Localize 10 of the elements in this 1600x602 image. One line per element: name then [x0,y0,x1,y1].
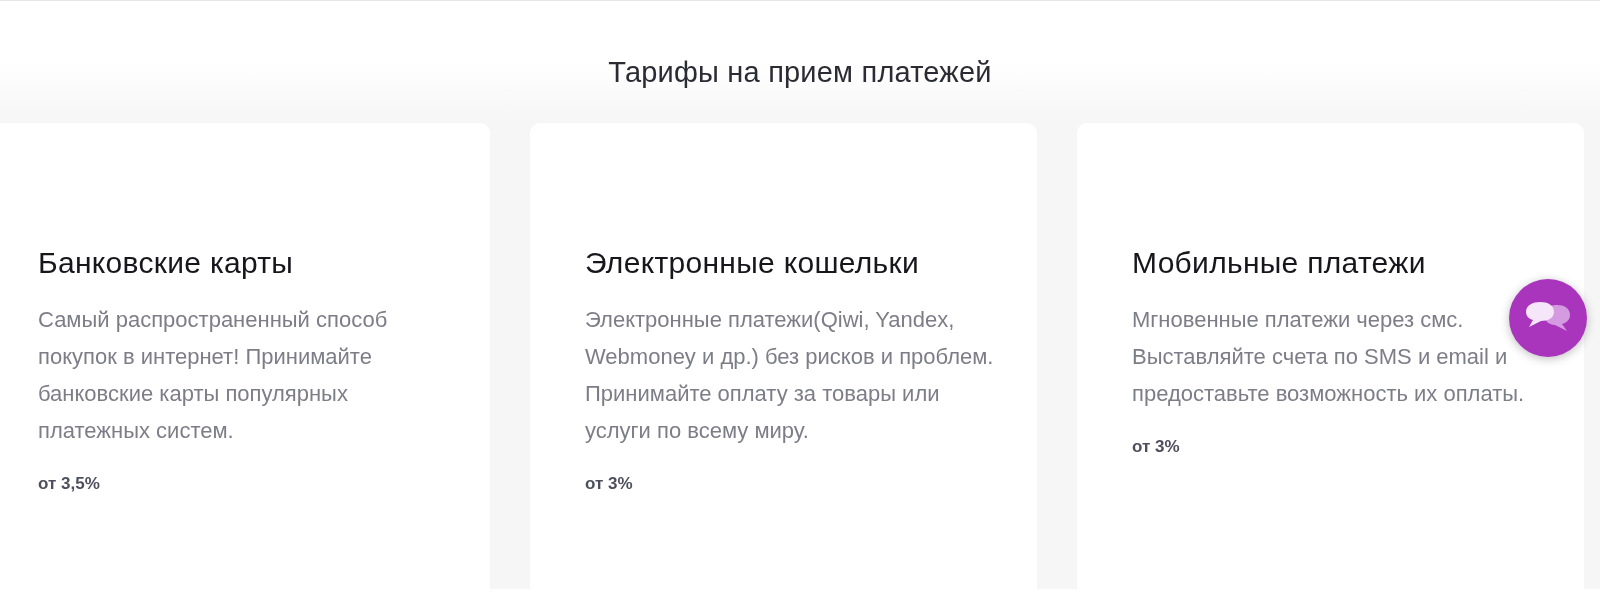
section-heading: Тарифы на прием платежей [608,55,992,90]
card-price: от 3% [1132,436,1180,458]
card-price: от 3,5% [38,473,100,495]
card-price: от 3% [585,473,633,495]
card-description: Мгновенные платежи через смс. Выставляйте счета по SMS и email и предоставьте возможность их оплаты. [1132,307,1525,406]
card-description: Электронные платежи(Qiwi, Yandex, Webmoney и др.) без рисков и проблем. Принимайте оплату за товары или услуги по всему миру. [585,307,994,443]
card-title: Банковские карты [38,245,294,281]
card-title: Мобильные платежи [1132,245,1426,281]
card-description: Самый распространенный способ покупок в интернет! Принимайте банковские карты популярных платежных систем. [38,307,388,443]
card-title: Электронные кошельки [585,245,919,281]
